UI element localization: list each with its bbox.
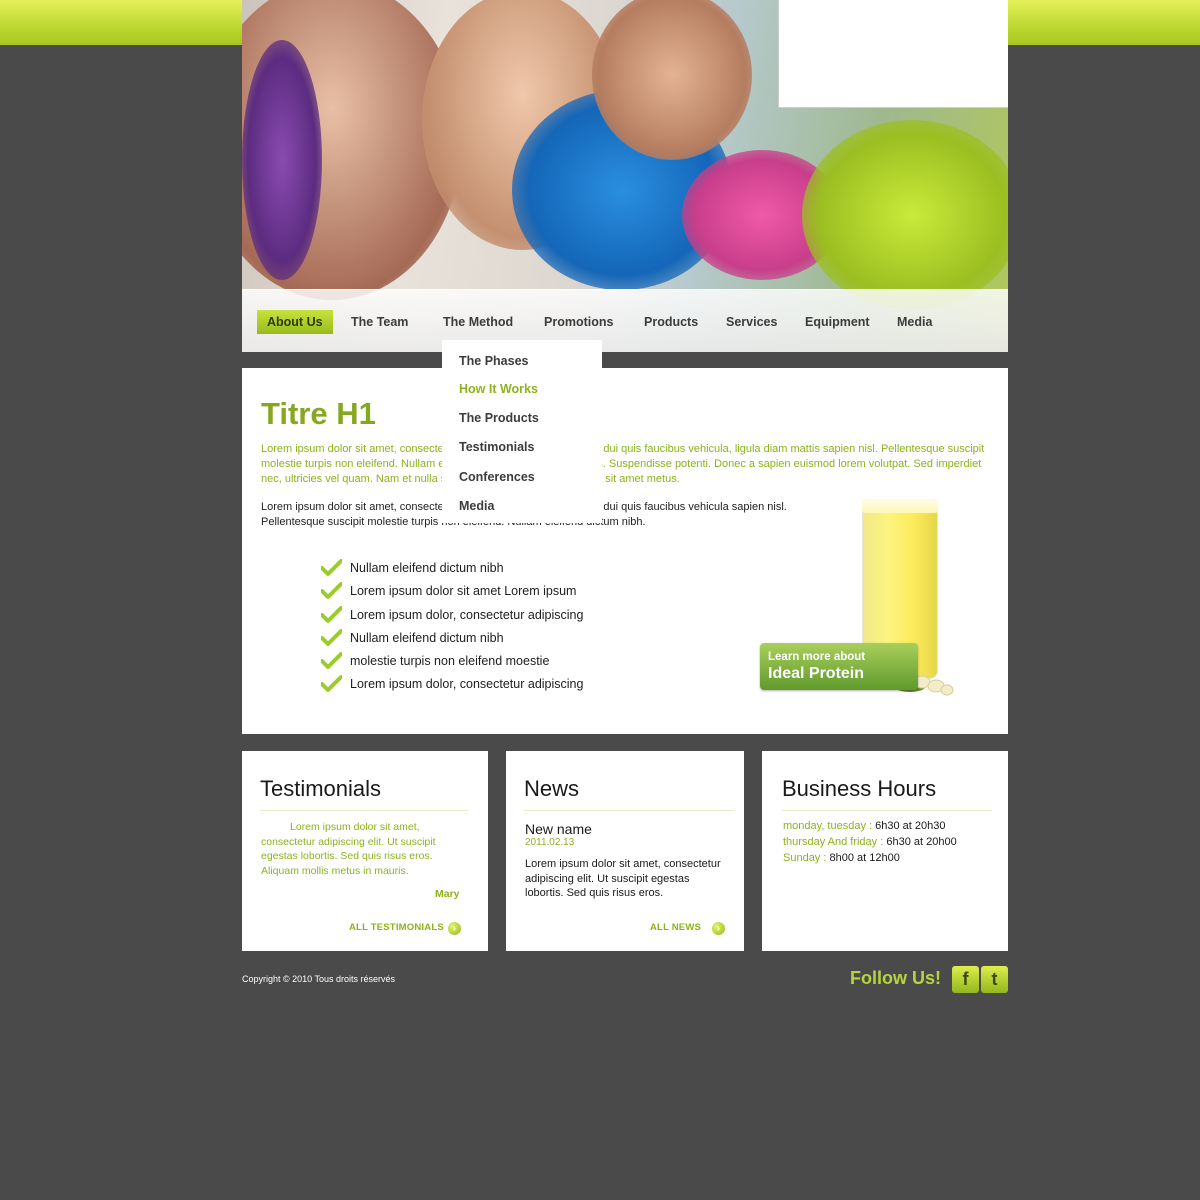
hero-figure-6 [802, 120, 1008, 310]
news-box: News New name 2011.02.13 Lorem ipsum dol… [506, 751, 744, 951]
all-news-link[interactable]: ALL NEWS [650, 922, 701, 933]
juice-glass-rim [862, 499, 938, 513]
logo-placeholder[interactable] [778, 0, 1008, 108]
list-item: Lorem ipsum dolor, consectetur adipiscin… [321, 605, 583, 628]
list-item-text: Nullam eleifend dictum nibh [350, 561, 504, 575]
divider [260, 810, 468, 811]
hours-time: 6h30 at 20h00 [883, 836, 957, 848]
dropdown-item-the-phases[interactable]: The Phases [459, 354, 528, 368]
hours-day: Sunday : [783, 852, 827, 864]
copyright-text: Copyright © 2010 Tous droits réservés [242, 974, 396, 984]
facebook-icon[interactable]: f [952, 966, 979, 993]
follow-us-label: Follow Us! [850, 968, 941, 988]
news-item-date: 2011.02.13 [525, 837, 575, 848]
list-item-text: Lorem ipsum dolor sit amet Lorem ipsum [350, 584, 577, 599]
divider [524, 810, 734, 811]
hours-time: 6h30 at 20h30 [872, 820, 946, 832]
testimonial-author: Mary [435, 888, 460, 900]
hero-figure-4 [592, 0, 752, 160]
hours-day: thursday And friday : [783, 836, 884, 848]
all-testimonials-link[interactable]: ALL TESTIMONIALS [349, 922, 444, 933]
hours-row: Sunday : 8h00 at 12h00 [783, 852, 900, 864]
checkmark-icon [321, 605, 342, 623]
list-item: Lorem ipsum dolor, consectetur adipiscin… [321, 674, 583, 697]
dropdown-item-how-it-works[interactable]: How It Works [459, 382, 538, 396]
hours-row: monday, tuesday : 6h30 at 20h30 [783, 820, 945, 832]
dropdown-item-testimonials[interactable]: Testimonials [459, 440, 534, 454]
nav-item-media[interactable]: Media [887, 310, 942, 334]
hours-day: monday, tuesday : [783, 820, 873, 832]
list-item: Nullam eleifend dictum nibh [321, 628, 583, 651]
learn-more-ideal-protein-button[interactable]: Learn more about Ideal Protein [760, 643, 918, 690]
arrow-right-icon[interactable]: › [712, 922, 725, 935]
nav-item-about-us[interactable]: About Us [257, 310, 333, 334]
checkmark-icon [321, 628, 342, 646]
feature-checklist: Nullam eleifend dictum nibh Lorem ipsum … [321, 558, 583, 698]
nav-item-services[interactable]: Services [716, 310, 787, 334]
lead-paragraph: Lorem ipsum dolor sit amet, consectetur … [261, 443, 985, 485]
page-title: Titre H1 [261, 396, 376, 431]
hours-time: 8h00 at 12h00 [826, 852, 900, 864]
all-testimonials-label: ALL TESTIMONIALS [349, 922, 444, 933]
list-item-text: Lorem ipsum dolor, consectetur adipiscin… [350, 607, 584, 622]
checkmark-icon [321, 559, 342, 576]
testimonial-quote: Lorem ipsum dolor sit amet, consectetur … [261, 821, 436, 877]
business-hours-box: Business Hours monday, tuesday : 6h30 at… [762, 751, 1008, 951]
main-nav: About Us The Team The Method Promotions … [242, 289, 1008, 352]
hours-row: thursday And friday : 6h30 at 20h00 [783, 836, 957, 848]
divider [782, 810, 992, 811]
promo-line-1: Learn more about [768, 651, 866, 663]
business-hours-title: Business Hours [782, 776, 937, 801]
nav-item-products[interactable]: Products [634, 310, 708, 334]
list-item-text: molestie turpis non eleifend moestie [350, 654, 550, 669]
checkmark-icon [321, 675, 342, 693]
dropdown-item-the-products[interactable]: The Products [459, 411, 539, 425]
dropdown-item-media[interactable]: Media [459, 499, 494, 513]
nav-item-equipment[interactable]: Equipment [795, 310, 880, 334]
the-method-dropdown: The Phases How It Works The Products Tes… [442, 340, 602, 523]
arrow-right-icon[interactable]: › [448, 922, 461, 935]
nav-item-promotions[interactable]: Promotions [534, 310, 623, 334]
checkmark-icon [321, 582, 342, 600]
main-content: Titre H1 Lorem ipsum dolor sit amet, con… [242, 368, 1008, 734]
hero-figure-7 [242, 40, 322, 280]
list-item: Lorem ipsum dolor sit amet Lorem ipsum [321, 581, 583, 604]
list-item-text: Nullam eleifend dictum nibh [350, 630, 504, 645]
hero-banner: About Us The Team The Method Promotions … [242, 0, 1008, 352]
dropdown-item-conferences[interactable]: Conferences [459, 470, 535, 484]
testimonials-box: Testimonials Lorem ipsum dolor sit amet,… [242, 751, 488, 951]
testimonials-title: Testimonials [260, 776, 382, 801]
news-item-title[interactable]: New name [525, 821, 592, 837]
checkmark-icon [321, 652, 342, 670]
twitter-icon[interactable]: t [981, 966, 1008, 993]
news-item-text: Lorem ipsum dolor sit amet, consectetur … [525, 858, 721, 899]
nav-item-the-method[interactable]: The Method [433, 310, 523, 334]
list-item: molestie turpis non eleifend moestie [321, 651, 583, 674]
list-item-text: Lorem ipsum dolor, consectetur adipiscin… [350, 677, 584, 692]
promo-line-2: Ideal Protein [768, 665, 865, 682]
list-item: Nullam eleifend dictum nibh [321, 558, 583, 581]
nav-item-the-team[interactable]: The Team [341, 310, 418, 334]
news-title: News [524, 776, 580, 801]
all-news-label: ALL NEWS [650, 922, 702, 933]
